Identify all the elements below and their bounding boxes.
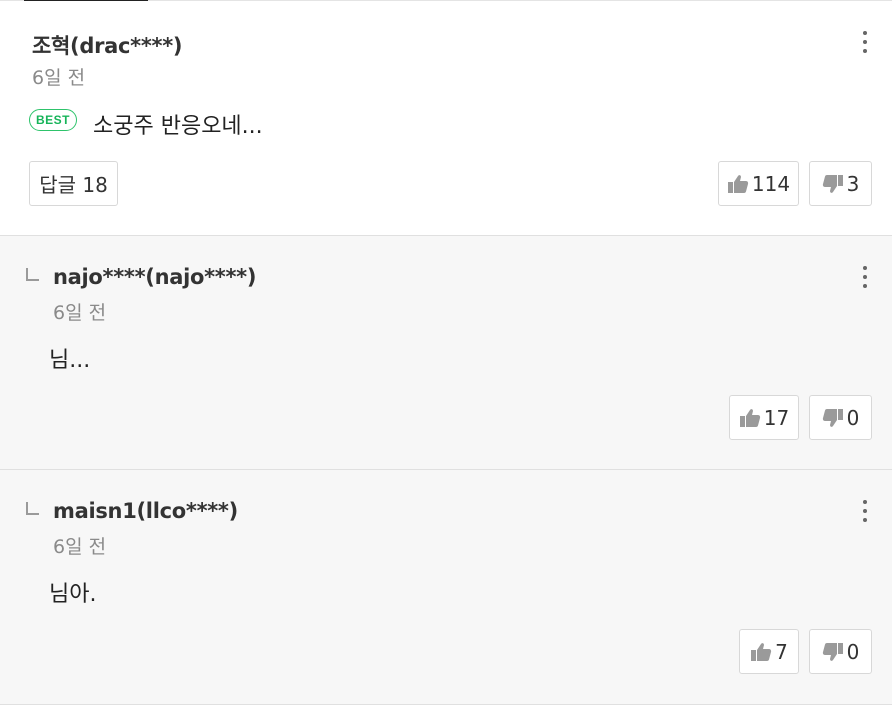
like-count: 114 — [751, 171, 791, 196]
thumbs-down-icon — [822, 408, 843, 427]
reply-time: 6일 전 — [53, 536, 107, 558]
thumbs-up-icon — [727, 174, 749, 193]
dislike-button[interactable]: 3 — [809, 161, 872, 206]
like-count: 17 — [763, 405, 790, 430]
like-button[interactable]: 7 — [739, 629, 799, 674]
comment-author[interactable]: 조혁(drac****) — [32, 30, 182, 60]
dislike-count: 0 — [846, 405, 860, 430]
best-badge: BEST — [29, 109, 78, 131]
like-button[interactable]: 17 — [729, 395, 799, 440]
thumbs-down-icon — [822, 642, 843, 661]
reply-count-button[interactable]: 답글 18 — [29, 161, 118, 206]
dislike-button[interactable]: 0 — [809, 395, 872, 440]
reply-arrow-icon — [26, 502, 39, 515]
like-button[interactable]: 114 — [718, 161, 799, 206]
comment-time: 6일 전 — [32, 67, 86, 89]
reply-count-label: 답글 18 — [39, 173, 108, 197]
like-count: 7 — [775, 639, 788, 664]
comment-text: 소궁주 반응오네... — [93, 114, 263, 139]
reply-author[interactable]: najo****(najo****) — [53, 265, 256, 289]
more-options-button[interactable] — [858, 266, 872, 296]
thumbs-down-icon — [822, 174, 843, 193]
thumbs-up-icon — [751, 642, 772, 661]
reply-author[interactable]: maisn1(llco****) — [53, 499, 238, 523]
comment-item: 조혁(drac****) 6일 전 BEST 소궁주 반응오네... 답글 18… — [0, 1, 892, 236]
reply-arrow-icon — [26, 268, 39, 281]
more-vertical-icon — [863, 31, 867, 35]
reply-text: 님아. — [49, 582, 97, 607]
dislike-button[interactable]: 0 — [809, 629, 872, 674]
reply-item: maisn1(llco****) 6일 전 님아. 7 0 — [0, 470, 892, 705]
reply-time: 6일 전 — [53, 302, 107, 324]
more-vertical-icon — [863, 500, 867, 504]
reply-item: najo****(najo****) 6일 전 님... 17 0 — [0, 236, 892, 470]
dislike-count: 3 — [846, 171, 860, 196]
dislike-count: 0 — [846, 639, 860, 664]
reply-text: 님... — [49, 348, 91, 373]
thumbs-up-icon — [739, 408, 760, 427]
more-vertical-icon — [863, 266, 867, 270]
more-options-button[interactable] — [858, 500, 872, 530]
more-options-button[interactable] — [858, 31, 872, 61]
